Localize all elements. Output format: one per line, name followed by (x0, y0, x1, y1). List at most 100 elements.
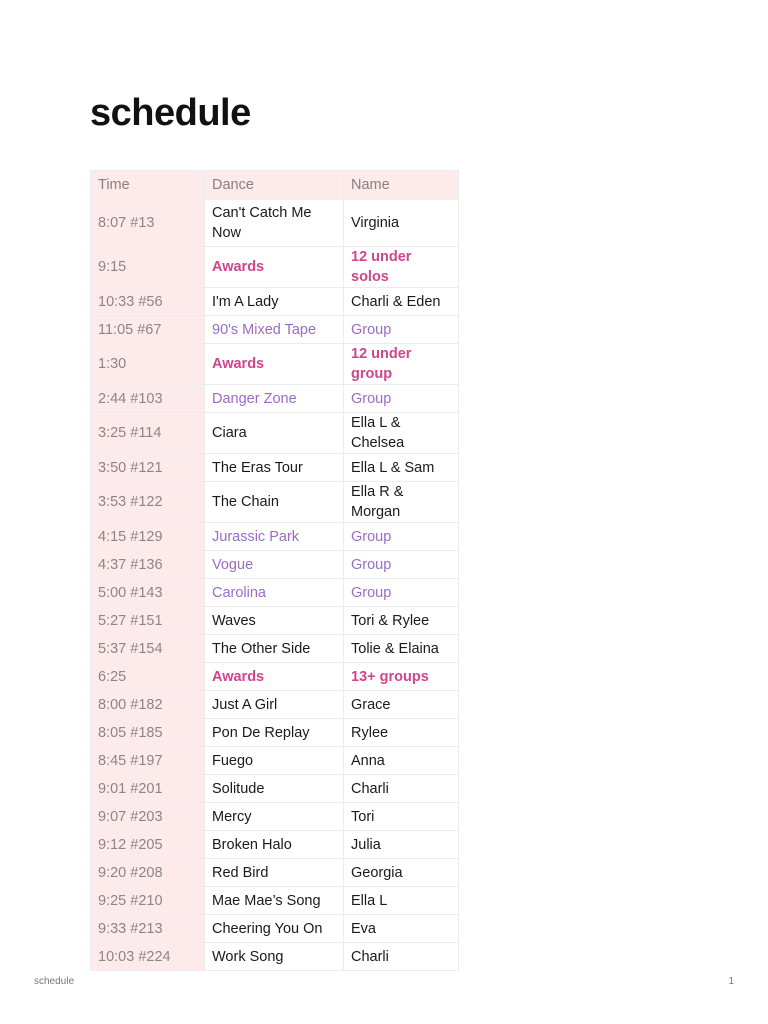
cell-name: Group (343, 550, 459, 579)
footer-title: schedule (34, 976, 75, 987)
cell-time: 9:07 #203 (90, 802, 205, 831)
cell-name: 12 under solos (343, 246, 459, 288)
cell-name: Ella L & Sam (343, 453, 459, 482)
cell-dance: Awards (204, 662, 344, 691)
cell-name: Grace (343, 690, 459, 719)
cell-dance: The Eras Tour (204, 453, 344, 482)
table-row: 2:44 #103 Danger Zone Group (90, 384, 459, 413)
cell-time: 5:00 #143 (90, 578, 205, 607)
cell-name: Group (343, 384, 459, 413)
table-row: 5:27 #151 Waves Tori & Rylee (90, 606, 459, 635)
cell-name: Ella L (343, 886, 459, 915)
cell-time: 9:15 (90, 246, 205, 288)
cell-dance: Cheering You On (204, 914, 344, 943)
cell-name: 13+ groups (343, 662, 459, 691)
table-row: 1:30 Awards 12 under group (90, 343, 459, 385)
cell-time: 9:25 #210 (90, 886, 205, 915)
cell-name: Julia (343, 830, 459, 859)
cell-time: 3:50 #121 (90, 453, 205, 482)
cell-dance: Mae Mae’s Song (204, 886, 344, 915)
table-row: 9:20 #208 Red Bird Georgia (90, 858, 459, 887)
cell-dance: The Other Side (204, 634, 344, 663)
cell-dance: Broken Halo (204, 830, 344, 859)
cell-time: 10:33 #56 (90, 287, 205, 316)
table-row: 11:05 #67 90's Mixed Tape Group (90, 315, 459, 344)
cell-dance: 90's Mixed Tape (204, 315, 344, 344)
page-title: schedule (90, 92, 251, 134)
table-row: 4:37 #136 Vogue Group (90, 550, 459, 579)
cell-time: 9:20 #208 (90, 858, 205, 887)
cell-name: Tori (343, 802, 459, 831)
cell-time: 9:33 #213 (90, 914, 205, 943)
cell-dance: Carolina (204, 578, 344, 607)
cell-dance: Red Bird (204, 858, 344, 887)
cell-name: Group (343, 315, 459, 344)
schedule-table: Time Dance Name 8:07 #13 Can't Catch Me N… (90, 170, 459, 971)
cell-name: Georgia (343, 858, 459, 887)
cell-dance: Can't Catch Me Now (204, 199, 344, 247)
cell-dance: Awards (204, 343, 344, 385)
cell-name: Eva (343, 914, 459, 943)
cell-time: 8:07 #13 (90, 199, 205, 247)
header-time: Time (90, 170, 205, 200)
cell-time: 1:30 (90, 343, 205, 385)
cell-name: Charli (343, 942, 459, 971)
cell-time: 8:05 #185 (90, 718, 205, 747)
cell-time: 8:00 #182 (90, 690, 205, 719)
cell-time: 9:12 #205 (90, 830, 205, 859)
cell-dance: I'm A Lady (204, 287, 344, 316)
cell-dance: Awards (204, 246, 344, 288)
table-row: 3:50 #121 The Eras Tour Ella L & Sam (90, 453, 459, 482)
cell-time: 2:44 #103 (90, 384, 205, 413)
cell-name: Ella L & Chelsea (343, 412, 459, 454)
cell-time: 3:25 #114 (90, 412, 205, 454)
cell-time: 9:01 #201 (90, 774, 205, 803)
cell-dance: Solitude (204, 774, 344, 803)
cell-name: 12 under group (343, 343, 459, 385)
table-row: 3:25 #114 Ciara Ella L & Chelsea (90, 412, 459, 454)
table-row: 9:33 #213 Cheering You On Eva (90, 914, 459, 943)
cell-dance: Danger Zone (204, 384, 344, 413)
cell-dance: Pon De Replay (204, 718, 344, 747)
cell-dance: Ciara (204, 412, 344, 454)
table-row: 9:01 #201 Solitude Charli (90, 774, 459, 803)
table-row: 10:33 #56 I'm A Lady Charli & Eden (90, 287, 459, 316)
table-row: 4:15 #129 Jurassic Park Group (90, 522, 459, 551)
header-name: Name (343, 170, 459, 200)
cell-dance: Jurassic Park (204, 522, 344, 551)
table-row: 6:25 Awards 13+ groups (90, 662, 459, 691)
table-row: 9:12 #205 Broken Halo Julia (90, 830, 459, 859)
table-row: 5:37 #154 The Other Side Tolie & Elaina (90, 634, 459, 663)
cell-dance: Work Song (204, 942, 344, 971)
header-dance: Dance (204, 170, 344, 200)
cell-name: Rylee (343, 718, 459, 747)
cell-name: Charli (343, 774, 459, 803)
cell-time: 4:37 #136 (90, 550, 205, 579)
cell-dance: Just A Girl (204, 690, 344, 719)
cell-dance: Mercy (204, 802, 344, 831)
cell-dance: Fuego (204, 746, 344, 775)
table-row: 8:45 #197 Fuego Anna (90, 746, 459, 775)
cell-dance: Vogue (204, 550, 344, 579)
table-row: 8:00 #182 Just A Girl Grace (90, 690, 459, 719)
table-header-row: Time Dance Name (90, 170, 459, 200)
cell-time: 10:03 #224 (90, 942, 205, 971)
table-row: 9:25 #210 Mae Mae’s Song Ella L (90, 886, 459, 915)
table-row: 9:07 #203 Mercy Tori (90, 802, 459, 831)
cell-name: Anna (343, 746, 459, 775)
cell-time: 8:45 #197 (90, 746, 205, 775)
table-row: 8:05 #185 Pon De Replay Rylee (90, 718, 459, 747)
cell-time: 4:15 #129 (90, 522, 205, 551)
cell-name: Ella R & Morgan (343, 481, 459, 523)
table-row: 3:53 #122 The Chain Ella R & Morgan (90, 481, 459, 523)
cell-name: Group (343, 522, 459, 551)
cell-time: 6:25 (90, 662, 205, 691)
page-number: 1 (728, 976, 734, 987)
cell-name: Charli & Eden (343, 287, 459, 316)
cell-time: 11:05 #67 (90, 315, 205, 344)
table-row: 9:15 Awards 12 under solos (90, 246, 459, 288)
cell-name: Tolie & Elaina (343, 634, 459, 663)
cell-name: Tori & Rylee (343, 606, 459, 635)
table-row: 8:07 #13 Can't Catch Me Now Virginia (90, 199, 459, 247)
cell-time: 5:37 #154 (90, 634, 205, 663)
